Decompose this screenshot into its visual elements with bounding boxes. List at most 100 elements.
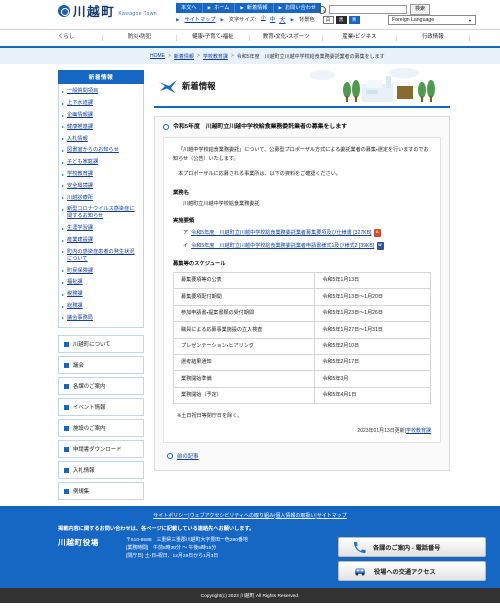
header-link-home[interactable]: ▶ ホーム [201, 3, 235, 14]
skip-to-content-link[interactable]: 本文へ [176, 3, 202, 14]
gnav-item-kenkou[interactable]: 健康・子育て・福祉 [175, 34, 249, 41]
phone-icon [353, 541, 366, 553]
footer-button-label: 役場への交通アクセス [374, 568, 436, 576]
sidebar-item-label: 一般質問項目 [67, 88, 99, 95]
header-link-news[interactable]: ▶ 新着情報 [234, 3, 273, 14]
bgcolor-white-button[interactable]: 白 [322, 15, 334, 24]
square-bullet-icon [64, 404, 69, 410]
sidebar-item-chouminhoken[interactable]: ▸ 町民保険課 [59, 265, 143, 277]
schedule-note: ※土日祝日等閉庁日を除く。 [177, 413, 243, 420]
sidebar-item-nyuusatsu[interactable]: ▸ 入札情報 [59, 133, 143, 145]
gnav-item-sangyou[interactable]: 産業・ビジネス [322, 34, 395, 41]
table-row: プレゼンテーション・ヒアリング 令和5年2月10日 [172, 337, 431, 355]
document-link-row[interactable]: イ 令和5年度 川越町立川越中学校給食業務委託業者申請書様式1及び様式2 [39… [173, 241, 431, 250]
gnav-item-bousai[interactable]: 防災・防犯 [102, 34, 175, 41]
site-logo[interactable]: 川越町 Kawagoe Town [58, 5, 157, 18]
sidebar-item-label: 産業建設課 [67, 236, 93, 243]
sidebar-block-forms-download[interactable]: 申請書ダウンロード [58, 440, 144, 459]
sidebar-item-shinryoujo[interactable]: ▸ 川越診療所 [59, 192, 143, 204]
chevron-right-icon: ▸ [62, 303, 65, 309]
footer-button-departments-phone[interactable]: 各課のご案内 - 電話番号 [338, 537, 486, 557]
square-bullet-icon [64, 488, 69, 494]
breadcrumb-separator: > [168, 53, 171, 59]
bgcolor-black-button[interactable]: 黒 [335, 15, 347, 24]
footer-link-accessibility[interactable]: ウェブアクセシビリティへの取り組み [190, 513, 274, 519]
footer-link-site-policy[interactable]: サイトポリシー [153, 513, 188, 519]
sidebar-item-toshoshitsu[interactable]: ▸ 図書室からのお知らせ [59, 145, 143, 157]
table-row: 業務開始（予定） 令和5年4月1日 [172, 386, 431, 405]
sidebar-item-anzenkankyou[interactable]: ▸ 安全環境課 [59, 180, 143, 192]
sidebar-block-events[interactable]: イベント情報 [58, 398, 144, 417]
language-select[interactable]: Foreign Language ▼ [388, 15, 476, 25]
textsize-options: 小 中 大 [261, 15, 285, 24]
sidebar-item-kansenshou-jokyo[interactable]: ▸ 町内の感染症患者の発生状況について [59, 246, 143, 265]
sidebar-block-about-town[interactable]: 川越町について [58, 335, 144, 354]
chevron-right-icon: ▶ [278, 4, 282, 10]
schedule-item-date: 令和5年4月1日 [314, 386, 431, 405]
chevron-right-icon: ▸ [62, 171, 65, 177]
footer-button-access[interactable]: 役場への交通アクセス [338, 561, 486, 581]
article-card: 令和5年度 川越町立川越中学校給食業務委託業者の募集をします 「川越中学校給食業… [154, 116, 450, 472]
textsize-large-button[interactable]: 大 [279, 15, 285, 24]
sitemap-link[interactable]: サイトマップ [184, 16, 215, 23]
sidebar-block-label: イベント情報 [73, 405, 106, 412]
document-link-label[interactable]: 令和5年度 川越町立川越中学校給食業務委託業者申請書様式1及び様式2 [39KB… [191, 242, 374, 249]
textsize-medium-button[interactable]: 中 [270, 15, 275, 24]
sidebar-block-label: 議会 [73, 363, 84, 370]
updated-department-link[interactable]: 学校教育課 [406, 428, 431, 434]
sidebar-block-departments[interactable]: 各課のご案内 [58, 377, 144, 396]
previous-article-row[interactable]: 前の記事 [163, 452, 441, 460]
bgcolor-blue-button[interactable]: 青 [348, 15, 360, 24]
sidebar-block-facilities[interactable]: 施設のご案内 [58, 419, 144, 438]
chevron-right-icon: ▶ [176, 16, 180, 22]
sidebar-item-fukushi[interactable]: ▸ 福祉課 [59, 277, 143, 289]
schedule-item-label: 選考結果通知 [172, 353, 316, 372]
chevron-right-icon: ▸ [62, 100, 65, 106]
square-bullet-icon [64, 341, 69, 347]
sidebar-item-soumu[interactable]: ▸ 総務課 [59, 301, 143, 313]
header-link-contact[interactable]: ▶ お問い合わせ [272, 3, 322, 14]
gnav-item-kyouiku[interactable]: 教育・文化・スポーツ [248, 34, 322, 41]
logo-text-jp: 川越町 [73, 5, 116, 19]
gnav-item-kurashi[interactable]: くらし [30, 34, 102, 40]
search-input[interactable] [329, 5, 407, 14]
sidebar-block-bidding[interactable]: 入札情報 [58, 461, 144, 480]
sidebar-item-gikaijimukyoku[interactable]: ▸ 議会事務局 [59, 312, 143, 324]
search-icon [318, 5, 326, 14]
document-link-label[interactable]: 令和5年度 川越町立川越中学校給食業務委託業者募集要項及び仕様書 [327KB] [191, 229, 371, 236]
footer-link-privacy[interactable]: 個人情報の取扱い [275, 513, 315, 519]
sidebar-item-kenkousuishin[interactable]: ▸ 健康推進課 [59, 121, 143, 133]
sidebar-item-shougaigakushuu[interactable]: ▸ 生涯学習課 [59, 223, 143, 235]
breadcrumb-dept[interactable]: 学校教育課 [203, 53, 228, 60]
sidebar-item-ippanshitsumon[interactable]: ▸ 一般質問項目 [59, 86, 143, 98]
gnav-item-gyousei[interactable]: 行政情報 [395, 34, 470, 41]
article-title: 令和5年度 川越町立川越中学校給食業務委託業者の募集をします [163, 123, 441, 137]
footer-contact: 川越町役場 〒510-8588 三重県三重郡川越町大字豊田一色280番地 [業務… [0, 537, 500, 581]
search-button[interactable]: 検索 [410, 4, 431, 15]
schedule-table: 募集要項等の公表 令和5年1月13日 募集要項配付期間 令和5年1月13日～1月… [172, 271, 431, 405]
word-icon [377, 241, 385, 250]
footer-link-sitemap[interactable]: サイトマップ [317, 513, 347, 519]
breadcrumb-home[interactable]: HOME [150, 53, 165, 59]
sidebar-item-covid[interactable]: ▸ 新型コロナウイルス感染症に関するお知らせ [59, 204, 143, 223]
sidebar-item-label: 新型コロナウイルス感染症に関するお知らせ [67, 206, 135, 220]
breadcrumb-news[interactable]: 新着情報 [174, 53, 194, 60]
sidebar-block-label: 入札情報 [73, 468, 95, 475]
sidebar-item-kikakujouhou[interactable]: ▸ 企画情報課 [59, 110, 143, 122]
sidebar-item-zeimu[interactable]: ▸ 税務課 [59, 289, 143, 301]
breadcrumb: HOME > 新着情報 > 学校教育課 > 令和5年度 川越町立川越中学校給食業… [0, 48, 500, 64]
sidebar-item-sangyoukensetsu[interactable]: ▸ 産業建設課 [59, 235, 143, 247]
sidebar-item-label: 福祉課 [67, 279, 83, 286]
textsize-small-button[interactable]: 小 [261, 15, 266, 24]
sidebar-item-gakkoukyouiku[interactable]: ▸ 学校教育課 [59, 169, 143, 181]
breadcrumb-separator: > [196, 53, 200, 59]
sidebar-item-jogesuidou[interactable]: ▸ 上下水道課 [59, 98, 143, 110]
document-link-row[interactable]: ア 令和5年度 川越町立川越中学校給食業務委託業者募集要項及び仕様書 [327K… [173, 228, 431, 237]
sidebar-block-assembly[interactable]: 議会 [58, 356, 144, 375]
sidebar-block-label: 例規集 [73, 489, 90, 496]
circle-bullet-icon [163, 123, 169, 130]
previous-article-link[interactable]: 前の記事 [177, 452, 199, 460]
sidebar-block-regulations[interactable]: 例規集 [58, 482, 144, 501]
sidebar-item-kodomokatei[interactable]: ▸ 子ども家庭課 [59, 157, 143, 169]
footer-buttons: 各課のご案内 - 電話番号 役場への交通アクセス [338, 537, 486, 581]
